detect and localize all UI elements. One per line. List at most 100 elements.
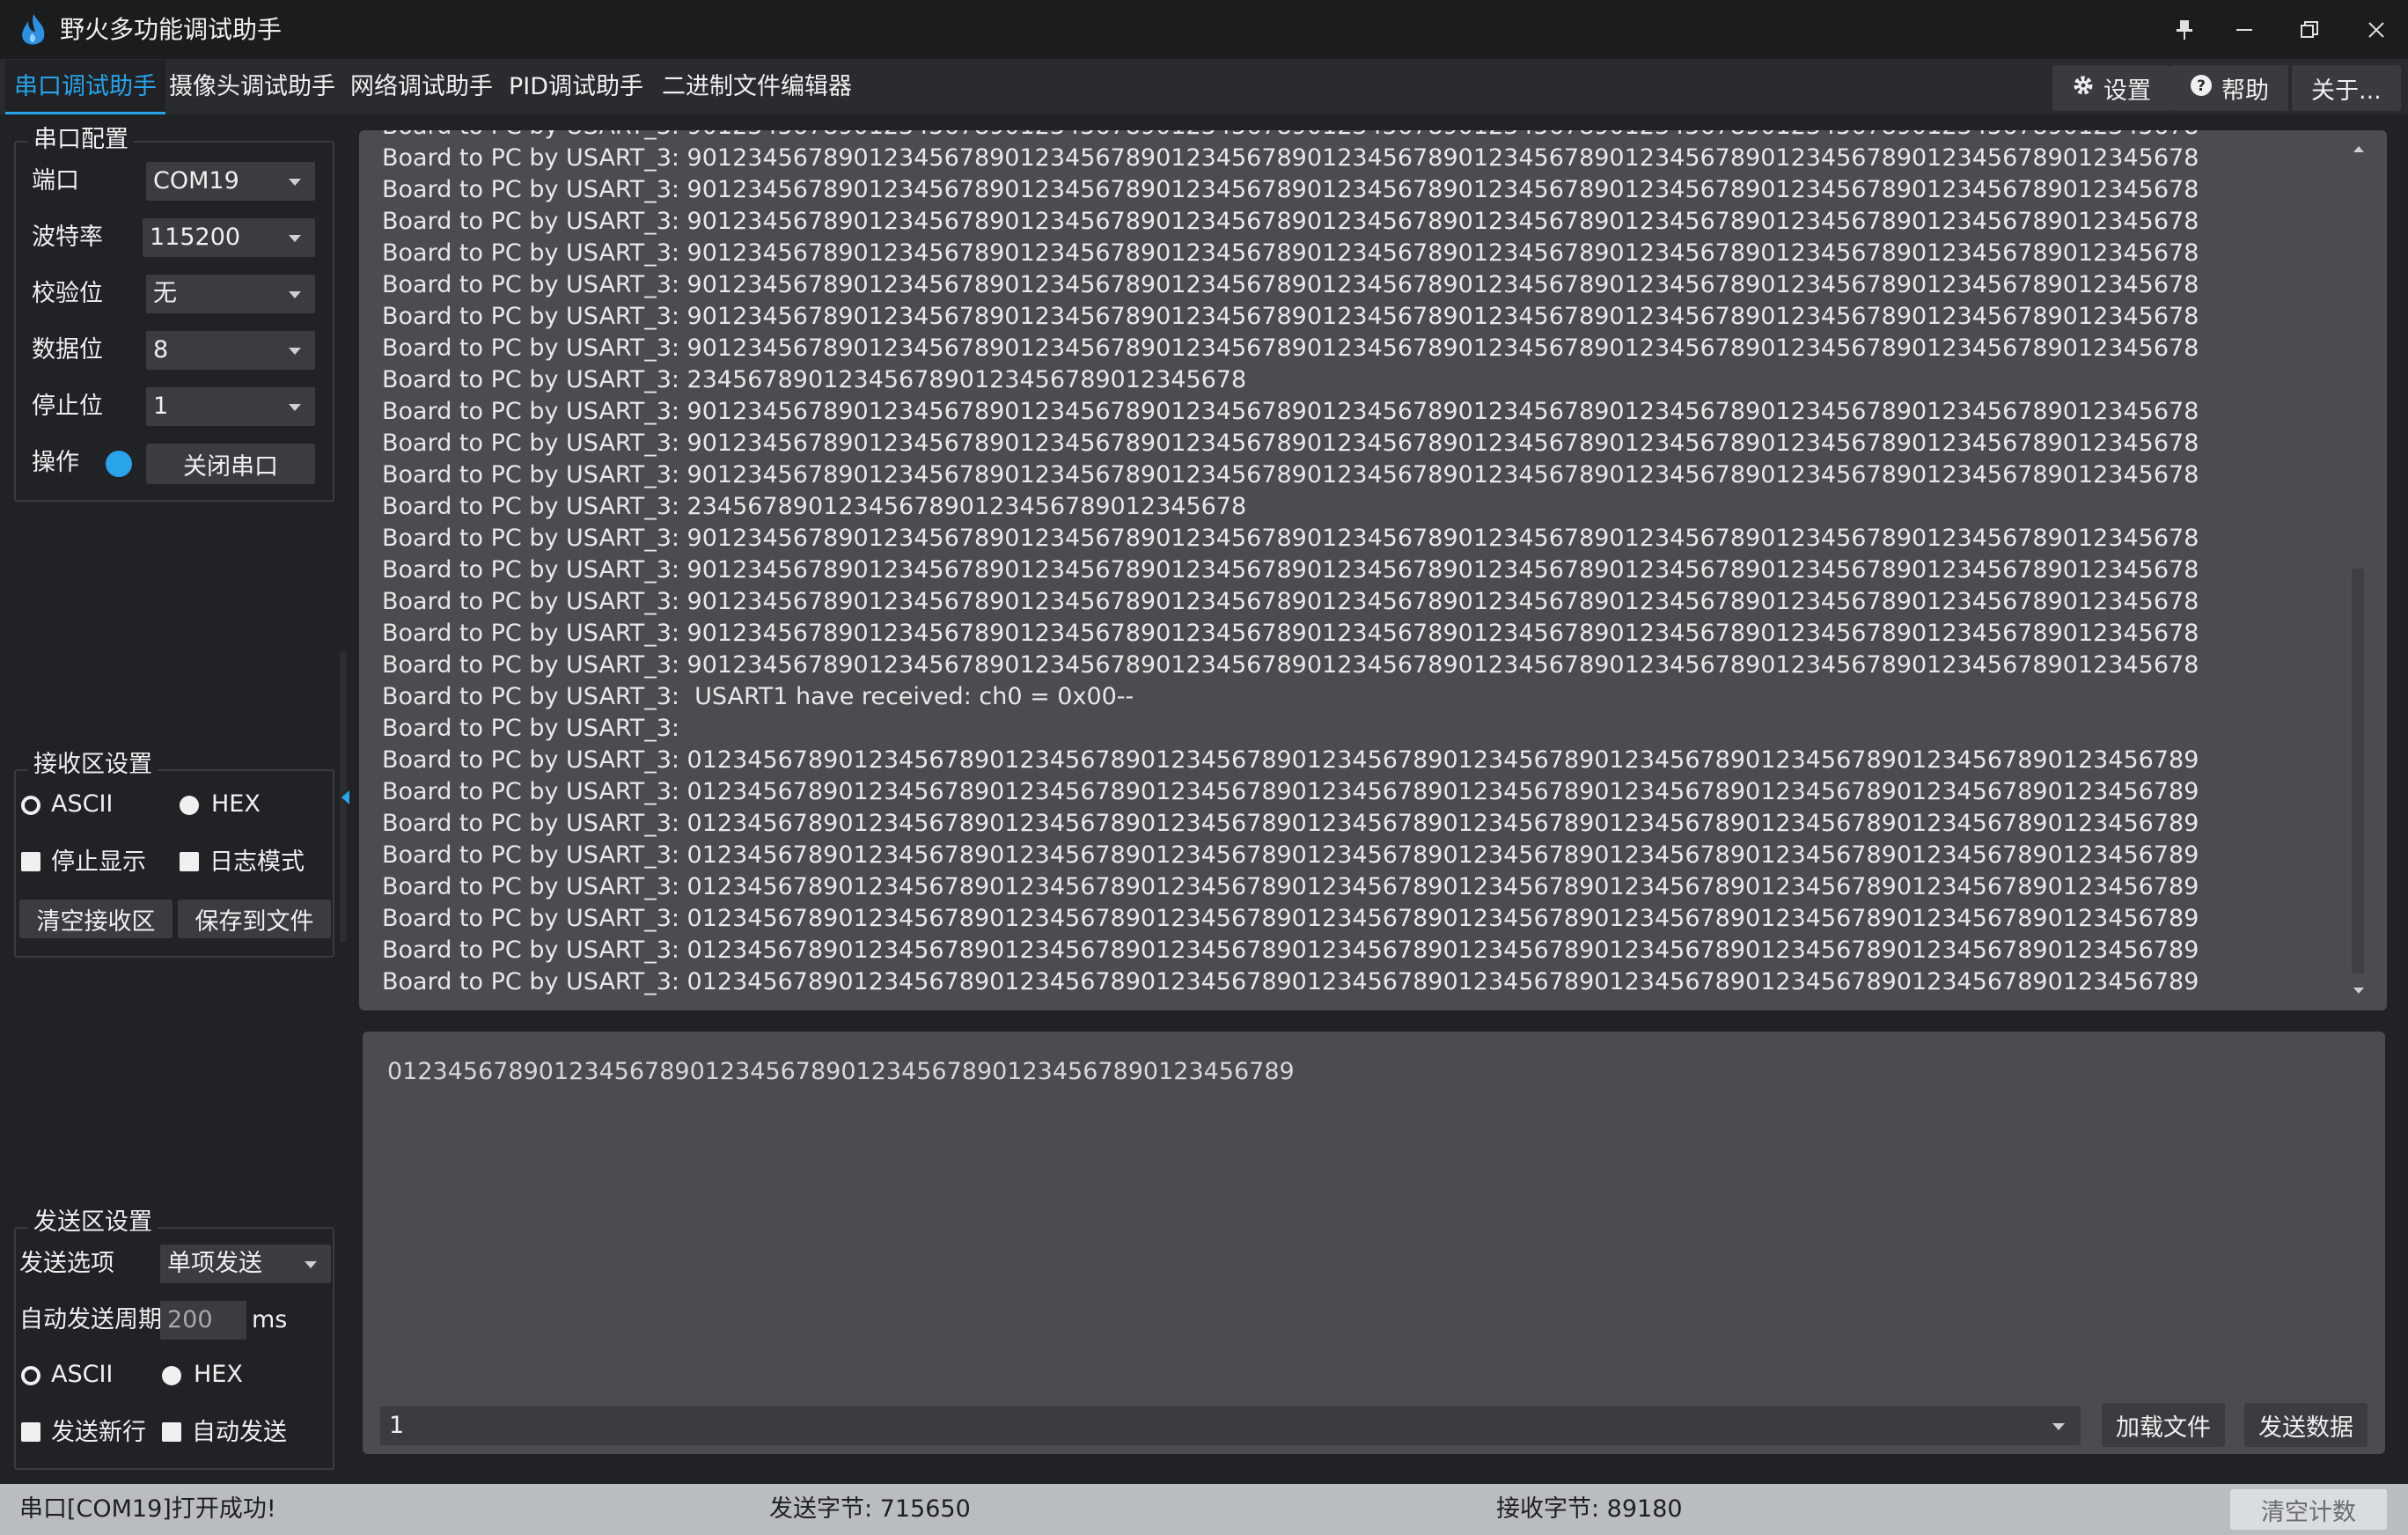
receive-line: Board to PC by USART_3: 9012345678901234…	[382, 303, 2199, 330]
baud-value: 115200	[150, 224, 241, 251]
close-icon[interactable]	[2350, 9, 2403, 51]
send-hex-label: HEX	[194, 1361, 243, 1388]
recv-ascii-label: ASCII	[51, 790, 114, 818]
stopbits-value: 1	[153, 393, 169, 420]
chevron-down-icon	[289, 404, 301, 411]
receive-line: Board to PC by USART_3: 0123456789012345…	[382, 936, 2199, 964]
recv-ascii-radio[interactable]	[21, 796, 40, 815]
stopbits-select[interactable]: 1	[146, 387, 315, 426]
help-button[interactable]: ? 帮助	[2170, 65, 2288, 111]
close-port-button[interactable]: 关闭串口	[146, 444, 315, 484]
receive-textarea[interactable]: Board to PC by USART_3: 9012345678901234…	[359, 130, 2387, 1010]
receive-line: Board to PC by USART_3: 9012345678901234…	[382, 334, 2199, 362]
port-label: 端口	[32, 167, 79, 195]
save-to-file-button[interactable]: 保存到文件	[178, 900, 331, 938]
send-history-value: 1	[389, 1412, 405, 1439]
stopbits-label: 停止位	[32, 393, 103, 420]
receive-line: Board to PC by USART_3: 2345678901234567…	[382, 366, 1247, 393]
send-settings-title: 发送区设置	[28, 1209, 158, 1236]
tab-network-debug[interactable]: 网络调试助手	[341, 60, 502, 114]
chevron-down-icon	[289, 291, 301, 298]
receive-line: Board to PC by USART_3: 0123456789012345…	[382, 873, 2199, 900]
menu-bar: 串口调试助手 摄像头调试助手 网络调试助手 PID调试助手 二进制文件编辑器 设…	[0, 60, 2408, 114]
scroll-down-icon[interactable]	[2353, 988, 2364, 994]
settings-button[interactable]: 设置	[2052, 65, 2170, 111]
settings-label: 设置	[2103, 77, 2151, 105]
receive-line: Board to PC by USART_3: 9012345678901234…	[382, 271, 2199, 298]
tab-camera-debug[interactable]: 摄像头调试助手	[160, 60, 344, 114]
period-unit-label: ms	[252, 1306, 288, 1333]
port-status-indicator	[106, 451, 132, 477]
window-title: 野火多功能调试助手	[60, 15, 283, 44]
parity-label: 校验位	[32, 280, 103, 307]
receive-line: Board to PC by USART_3: 9012345678901234…	[382, 525, 2199, 552]
log-mode-checkbox[interactable]	[180, 852, 199, 871]
parity-value: 无	[153, 280, 177, 307]
send-history-select[interactable]: 1	[380, 1406, 2081, 1445]
load-file-button[interactable]: 加载文件	[2102, 1403, 2225, 1447]
chevron-down-icon	[305, 1261, 317, 1268]
status-message: 串口[COM19]打开成功!	[19, 1495, 276, 1523]
send-textarea[interactable]	[363, 1032, 2385, 1454]
send-ascii-radio[interactable]	[21, 1366, 40, 1385]
port-value: COM19	[153, 167, 239, 195]
chevron-down-icon	[289, 179, 301, 186]
operation-label: 操作	[32, 449, 79, 476]
minimize-icon[interactable]	[2218, 9, 2271, 51]
chevron-down-icon	[2052, 1423, 2065, 1430]
receive-line: Board to PC by USART_3: 9012345678901234…	[382, 556, 2199, 584]
receive-line: Board to PC by USART_3: 2345678901234567…	[382, 493, 1247, 520]
svg-text:?: ?	[2197, 77, 2206, 95]
send-text: 0123456789012345678901234567890123456789…	[387, 1058, 1295, 1085]
receive-line: Board to PC by USART_3: 9012345678901234…	[382, 620, 2199, 647]
databits-select[interactable]: 8	[146, 331, 315, 370]
serial-config-title: 串口配置	[28, 127, 134, 153]
restore-icon[interactable]	[2283, 9, 2336, 51]
port-select[interactable]: COM19	[146, 162, 315, 201]
send-data-button[interactable]: 发送数据	[2244, 1403, 2368, 1447]
auto-period-input[interactable]: 200	[160, 1301, 246, 1340]
recv-hex-radio[interactable]	[180, 796, 199, 815]
auto-period-label: 自动发送周期	[19, 1306, 162, 1333]
receive-line: Board to PC by USART_3: 9012345678901234…	[382, 461, 2199, 488]
send-hex-radio[interactable]	[162, 1366, 181, 1385]
help-icon: ?	[2190, 74, 2213, 103]
tab-serial-debug[interactable]: 串口调试助手	[5, 60, 165, 114]
title-bar	[0, 0, 2408, 60]
receive-line: Board to PC by USART_3: 9012345678901234…	[382, 144, 2199, 172]
tab-pid-debug[interactable]: PID调试助手	[500, 60, 652, 114]
collapse-arrow-icon[interactable]	[341, 790, 349, 804]
receive-line: Board to PC by USART_3: 0123456789012345…	[382, 746, 2199, 774]
baud-select[interactable]: 115200	[143, 218, 315, 257]
send-ascii-label: ASCII	[51, 1361, 114, 1388]
stop-display-checkbox[interactable]	[21, 852, 40, 871]
receive-line: Board to PC by USART_3: 9012345678901234…	[382, 588, 2199, 615]
send-option-select[interactable]: 单项发送	[160, 1245, 331, 1283]
status-bar	[0, 1484, 2408, 1535]
gear-icon	[2072, 74, 2095, 103]
tab-binary-editor[interactable]: 二进制文件编辑器	[653, 60, 861, 114]
pin-icon[interactable]	[2158, 9, 2211, 51]
send-newline-checkbox[interactable]	[21, 1422, 40, 1442]
baud-label: 波特率	[32, 224, 103, 251]
receive-line: Board to PC by USART_3: 9012345678901234…	[382, 208, 2199, 235]
receive-line: Board to PC by USART_3: 0123456789012345…	[382, 968, 2199, 995]
auto-send-label: 自动发送	[192, 1419, 287, 1446]
recv-bytes-counter: 接收字节: 89180	[1496, 1495, 1683, 1523]
receive-line: Board to PC by USART_3: 0123456789012345…	[382, 778, 2199, 805]
clear-count-button[interactable]: 清空计数	[2230, 1489, 2387, 1530]
scroll-up-icon[interactable]	[2353, 146, 2364, 152]
receive-line: Board to PC by USART_3: 9012345678901234…	[382, 398, 2199, 425]
about-button[interactable]: 关于...	[2292, 65, 2401, 111]
send-option-label: 发送选项	[19, 1250, 114, 1277]
flame-logo-icon	[14, 11, 53, 49]
chevron-down-icon	[289, 235, 301, 242]
receive-line: Board to PC by USART_3: 9012345678901234…	[382, 430, 2199, 457]
receive-line: Board to PC by USART_3:	[382, 715, 679, 742]
clear-recv-button[interactable]: 清空接收区	[19, 900, 173, 938]
parity-select[interactable]: 无	[146, 275, 315, 313]
auto-send-checkbox[interactable]	[162, 1422, 181, 1442]
receive-line: Board to PC by USART_3: USART1 have rece…	[382, 683, 1134, 710]
receive-scrollbar-thumb[interactable]	[2352, 569, 2364, 973]
receive-line: Board to PC by USART_3: 9012345678901234…	[382, 651, 2199, 679]
